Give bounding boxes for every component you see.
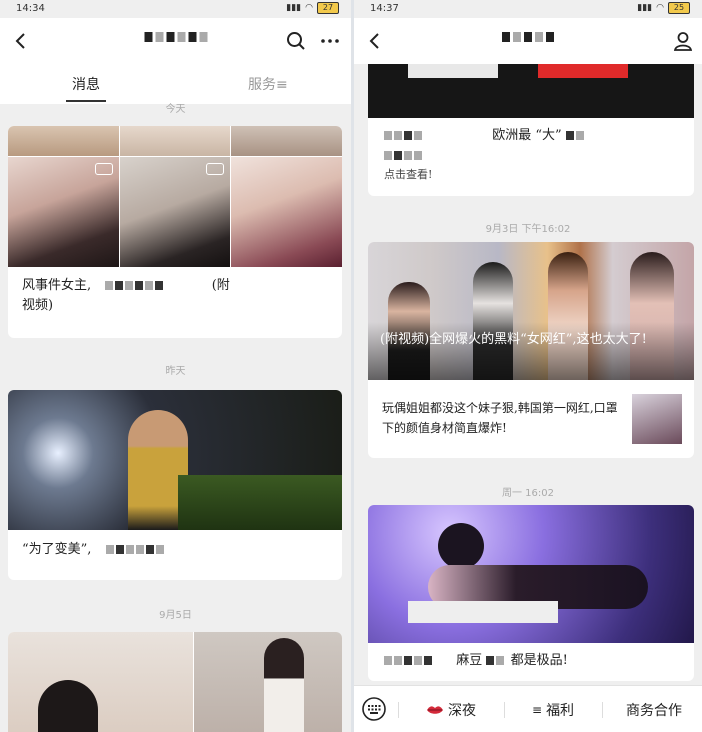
article-caption: 风事件女主, (附 视频): [22, 278, 230, 313]
status-time: 14:34: [16, 3, 45, 14]
date-separator: 9月3日 下午16:02: [485, 224, 571, 235]
left-phone-screen: 14:34 ▮▮▮ ◠ 27 消息 服务≡ 今天 风事件女主, (附 视频) 昨…: [0, 0, 351, 732]
cover-image: [194, 632, 342, 732]
video-icon: [95, 163, 113, 175]
thumbnail-image: [231, 157, 342, 267]
article-caption: 麻豆 都是极品!: [384, 651, 684, 671]
article-card[interactable]: 风事件女主, (附 视频): [8, 126, 342, 338]
status-bar: 14:37 ▮▮▮ ◠ 25: [354, 0, 702, 18]
search-icon[interactable]: [285, 30, 307, 52]
user-icon[interactable]: [672, 30, 694, 52]
back-icon[interactable]: [364, 30, 386, 52]
menu-divider: [398, 702, 399, 718]
blurred-title: [502, 32, 554, 42]
title-bar: [0, 18, 351, 64]
cover-image: [368, 242, 694, 380]
date-separator: 今天: [165, 104, 186, 115]
menu-item-welfare[interactable]: ≡ 福利: [532, 700, 574, 720]
battery-icon: 25: [668, 2, 690, 14]
thumbnail-image: [231, 126, 342, 156]
menu-item-business[interactable]: 商务合作: [626, 700, 682, 720]
read-more-text[interactable]: 点击查看!: [384, 166, 432, 182]
article-card[interactable]: 麻豆 都是极品!: [368, 505, 694, 681]
status-time: 14:37: [370, 3, 399, 14]
video-icon: [206, 163, 224, 175]
menu-divider: [602, 702, 603, 718]
menu-list-icon: ≡: [532, 703, 543, 717]
cover-image: [368, 505, 694, 643]
lips-icon: [427, 706, 443, 714]
subitem-thumbnail: [632, 394, 682, 444]
date-separator: 周一 16:02: [502, 488, 554, 499]
right-phone-screen: 14:37 ▮▮▮ ◠ 25 欧洲最 “大” 点击查看! 9月3日 下午16:0…: [354, 0, 702, 732]
article-subitem-title[interactable]: 玩偶姐姐都没这个妹子狠,韩国第一网红,口罩下的颜值身材简直爆炸!: [382, 398, 618, 438]
date-separator: 昨天: [165, 366, 186, 377]
keyboard-icon[interactable]: [362, 697, 386, 721]
status-icons: ▮▮▮ ◠ 25: [637, 2, 690, 14]
more-icon[interactable]: [319, 30, 341, 52]
article-caption: “为了变美”,: [22, 540, 332, 560]
menu-item-late-night[interactable]: 深夜: [426, 700, 476, 720]
tab-services[interactable]: 服务≡: [248, 74, 288, 94]
banner-image: [368, 64, 694, 118]
cover-image: [8, 390, 342, 530]
signal-icon: ▮▮▮: [637, 3, 653, 13]
wifi-icon: ◠: [656, 3, 664, 13]
bottom-menu-bar: 深夜 ≡ 福利 商务合作: [354, 685, 702, 732]
video-thumbnail: [8, 157, 119, 267]
tab-messages[interactable]: 消息: [72, 74, 100, 94]
article-card[interactable]: 欧洲最 “大” 点击查看!: [368, 64, 694, 196]
wifi-icon: ◠: [305, 3, 313, 13]
tab-bar: 消息 服务≡: [0, 64, 351, 104]
battery-icon: 27: [317, 2, 339, 14]
date-separator: 9月5日: [159, 610, 192, 621]
signal-icon: ▮▮▮: [286, 3, 302, 13]
thumbnail-image: [8, 126, 119, 156]
title-bar: [354, 18, 702, 64]
article-headline[interactable]: (附视频)全网爆火的黑料“女网红”,这也太大了!: [380, 330, 684, 350]
article-card[interactable]: “为了变美”,: [8, 390, 342, 580]
status-bar: 14:34 ▮▮▮ ◠ 27: [0, 0, 351, 18]
back-icon[interactable]: [10, 30, 32, 52]
menu-divider: [504, 702, 505, 718]
thumbnail-image: [120, 126, 230, 156]
article-group-card[interactable]: (附视频)全网爆火的黑料“女网红”,这也太大了! 玩偶姐姐都没这个妹子狠,韩国第…: [368, 242, 694, 458]
article-card[interactable]: [8, 632, 342, 732]
blurred-title: [144, 32, 207, 42]
video-thumbnail: [120, 157, 230, 267]
status-icons: ▮▮▮ ◠ 27: [286, 2, 339, 14]
article-caption: 欧洲最 “大”: [384, 126, 684, 166]
cover-image: [8, 632, 193, 732]
